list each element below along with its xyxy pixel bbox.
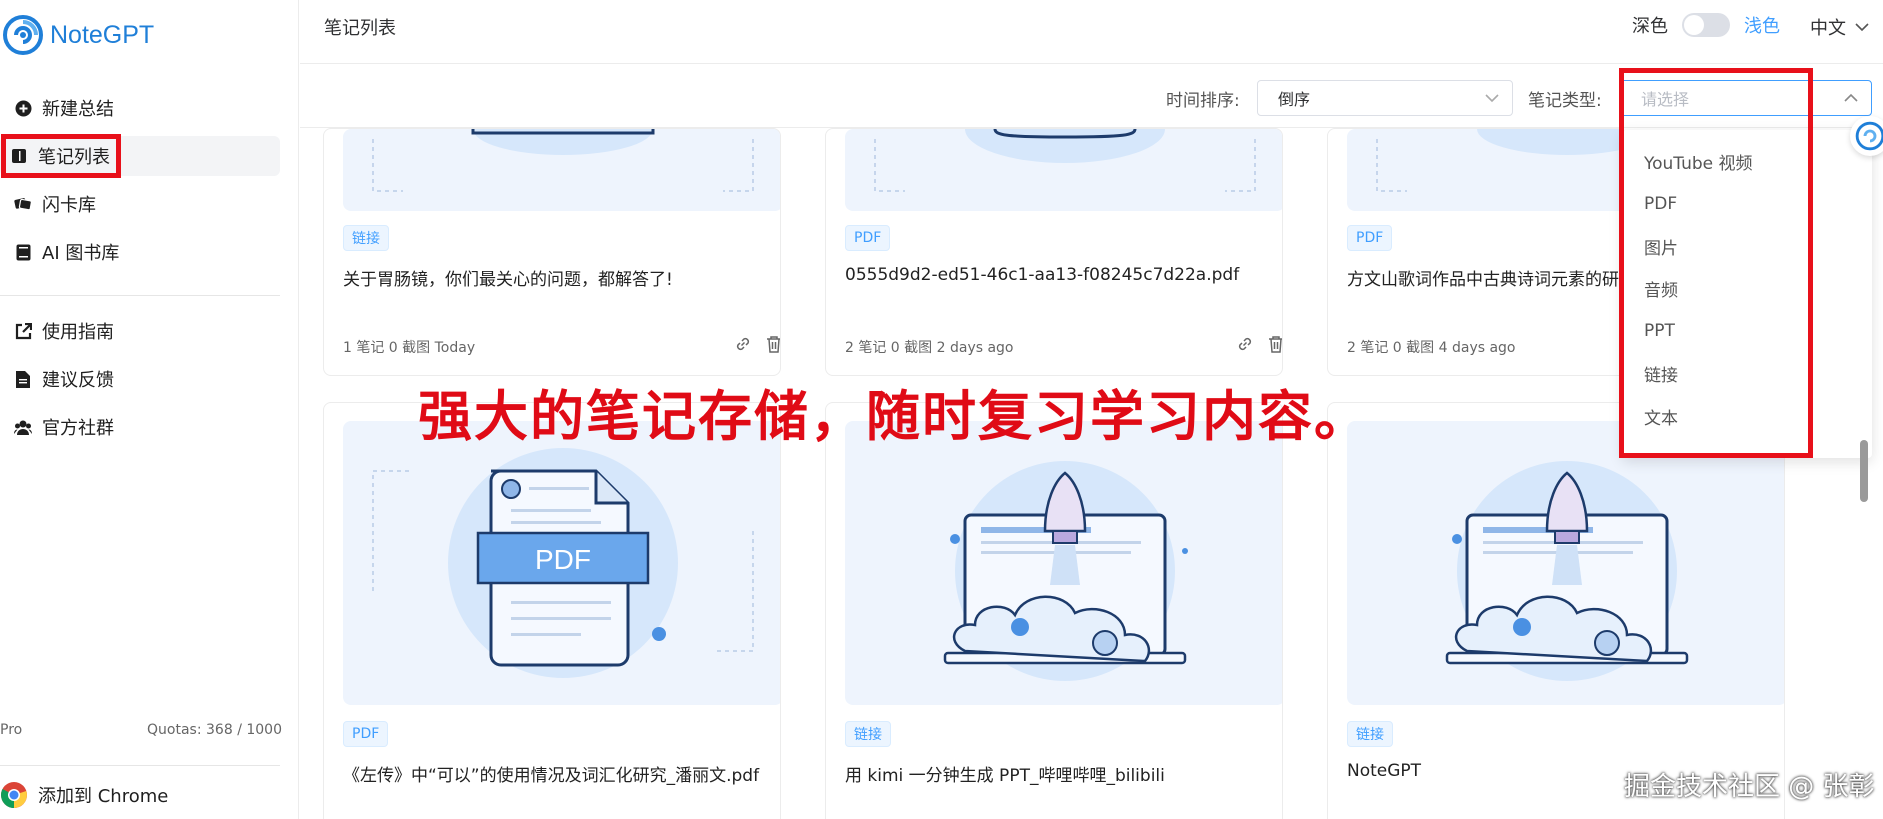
sidebar-divider xyxy=(0,295,280,296)
community-icon xyxy=(14,418,32,436)
quota-row: Pro Quotas: 368 / 1000 xyxy=(0,722,282,738)
light-label: 浅色 xyxy=(1744,16,1780,37)
highlight-box: 笔记列表 xyxy=(1,134,121,178)
note-thumbnail xyxy=(845,421,1282,705)
sidebar-item-guide[interactable]: 使用指南 xyxy=(0,311,280,351)
note-type-tag: 链接 xyxy=(845,721,891,747)
sidebar-divider-bottom xyxy=(0,765,280,766)
sidebar-item-flashcards[interactable]: 闪卡库 xyxy=(0,184,280,224)
note-meta: 2 笔记 0 截图 2 days ago xyxy=(845,340,1014,356)
link-icon[interactable] xyxy=(734,335,752,353)
link-icon[interactable] xyxy=(1236,335,1254,353)
sidebar-item-feedback[interactable]: 建议反馈 xyxy=(0,359,280,399)
note-card[interactable]: PDF 0555d9d2-ed51-46c1-aa13-f08245c7d22a… xyxy=(825,128,1283,376)
sidebar-item-new-summary[interactable]: 新建总结 xyxy=(0,88,280,128)
promo-banner-text: 强大的笔记存储，随时复习学习内容。 xyxy=(418,384,1370,448)
type-label: 笔记类型: xyxy=(1528,91,1602,111)
note-meta: 1 笔记 0 截图 Today xyxy=(343,340,476,356)
note-thumbnail xyxy=(1347,421,1784,705)
top-header: 笔记列表 深色 浅色 中文 xyxy=(300,0,1883,64)
note-thumbnail xyxy=(845,129,1282,211)
sidebar-nav: 新建总结 笔记列表 闪卡库 AI 图书库 xyxy=(0,88,280,280)
sort-select[interactable]: 倒序 xyxy=(1257,80,1513,116)
sidebar: NoteGPT 新建总结 笔记列表 闪卡库 AI 图书库 使用指南 建议反馈 官… xyxy=(0,0,299,819)
cards-icon xyxy=(14,195,32,213)
sidebar-nav-secondary: 使用指南 建议反馈 官方社群 xyxy=(0,311,280,455)
sidebar-item-ai-library[interactable]: AI 图书库 xyxy=(0,232,280,272)
theme-switch: 深色 浅色 xyxy=(1632,12,1780,38)
quota-label: Quotas: 368 / 1000 xyxy=(147,722,282,738)
note-card[interactable]: 链接 用 kimi 一分钟生成 PPT_哔哩哔哩_bilibili xyxy=(825,402,1283,819)
note-thumbnail: PDF xyxy=(343,421,780,705)
language-selector[interactable]: 中文 xyxy=(1810,14,1870,40)
logo-text: NoteGPT xyxy=(50,20,155,49)
theme-toggle[interactable] xyxy=(1682,13,1730,37)
note-type-tag: 链接 xyxy=(343,225,389,251)
note-type-tag: PDF xyxy=(1347,225,1393,251)
book-icon xyxy=(10,147,28,165)
sidebar-item-label: 闪卡库 xyxy=(42,195,96,216)
note-title: 关于胃肠镜，你们最关心的问题，都解答了! xyxy=(343,270,673,290)
note-type-tag: PDF xyxy=(343,721,389,747)
note-title: 0555d9d2-ed51-46c1-aa13-f08245c7d22a.pdf xyxy=(845,265,1240,285)
note-card[interactable]: 链接 关于胃肠镜，你们最关心的问题，都解答了! 1 笔记 0 截图 Today xyxy=(323,128,781,376)
library-icon xyxy=(14,243,32,261)
sidebar-item-notes-list[interactable]: 笔记列表 xyxy=(0,134,280,178)
trash-icon[interactable] xyxy=(1268,335,1283,353)
note-type-tag: 链接 xyxy=(1347,721,1393,747)
watermark: 掘金技术社区 @ 张彰 xyxy=(1624,772,1875,802)
note-card[interactable]: PDF PDF 《左传》中“可以”的使用情况及词汇化研究_潘丽文.pdf xyxy=(323,402,781,819)
sidebar-item-label: AI 图书库 xyxy=(42,243,120,264)
notegpt-logo-icon xyxy=(1855,121,1883,151)
sort-value: 倒序 xyxy=(1278,90,1311,109)
plus-circle-icon xyxy=(14,99,32,117)
note-thumbnail xyxy=(343,129,780,211)
note-actions xyxy=(734,335,781,353)
floating-assistant-button[interactable] xyxy=(1850,116,1883,156)
sidebar-item-label: 使用指南 xyxy=(42,322,114,343)
sidebar-item-community[interactable]: 官方社群 xyxy=(0,407,280,447)
chevron-down-icon xyxy=(1485,94,1499,103)
dark-label: 深色 xyxy=(1632,16,1668,37)
note-card[interactable]: 链接 NoteGPT xyxy=(1327,402,1785,819)
sidebar-item-label: 建议反馈 xyxy=(42,370,114,391)
scrollbar-thumb[interactable] xyxy=(1860,440,1868,502)
note-meta: 2 笔记 0 截图 4 days ago xyxy=(1347,340,1516,356)
add-to-chrome-label: 添加到 Chrome xyxy=(38,786,169,807)
note-title: 方文山歌词作品中古典诗词元素的研究 xyxy=(1347,270,1627,290)
chevron-down-icon xyxy=(1855,23,1869,32)
language-label: 中文 xyxy=(1810,18,1846,39)
external-link-icon xyxy=(14,322,32,340)
chrome-icon xyxy=(1,782,27,808)
add-to-chrome-button[interactable]: 添加到 Chrome xyxy=(0,781,168,809)
note-thumbnail xyxy=(1347,129,1626,211)
note-title: 用 kimi 一分钟生成 PPT_哔哩哔哩_bilibili xyxy=(845,766,1165,786)
plan-label: Pro xyxy=(0,722,23,738)
chevron-up-icon xyxy=(1844,93,1858,102)
note-card[interactable]: PDF 方文山歌词作品中古典诗词元素的研究 2 笔记 0 截图 4 days a… xyxy=(1327,128,1627,376)
note-title: 《左传》中“可以”的使用情况及词汇化研究_潘丽文.pdf xyxy=(343,766,760,786)
note-type-tag: PDF xyxy=(845,225,891,251)
sort-label: 时间排序: xyxy=(1166,91,1240,111)
annotation-highlight-box xyxy=(1619,68,1813,458)
app-root: NoteGPT 新建总结 笔记列表 闪卡库 AI 图书库 使用指南 建议反馈 官… xyxy=(0,0,1883,819)
sidebar-item-label: 新建总结 xyxy=(42,99,114,120)
notegpt-logo-icon xyxy=(3,15,43,55)
sidebar-item-label: 笔记列表 xyxy=(38,147,110,168)
logo[interactable]: NoteGPT xyxy=(2,14,154,56)
page-title: 笔记列表 xyxy=(324,18,396,39)
pdf-thumbnail-label: PDF xyxy=(535,544,591,575)
document-icon xyxy=(14,370,32,388)
sidebar-item-label: 官方社群 xyxy=(42,418,114,439)
trash-icon[interactable] xyxy=(766,335,781,353)
note-actions xyxy=(1236,335,1283,353)
